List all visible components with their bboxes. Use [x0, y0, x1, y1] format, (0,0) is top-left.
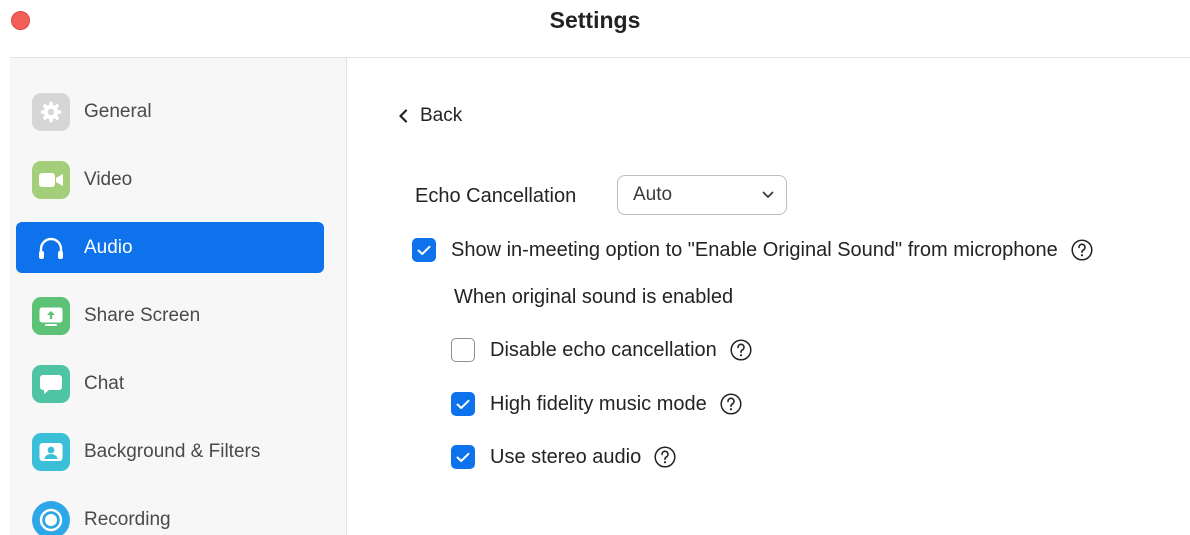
original-sound-label: Show in-meeting option to "Enable Origin… — [451, 238, 1058, 261]
sidebar-item-share-screen[interactable]: Share Screen — [16, 290, 324, 341]
headphones-icon — [32, 229, 70, 267]
sidebar-item-background-filters[interactable]: Background & Filters — [16, 426, 324, 477]
title-bar: Settings — [0, 0, 1190, 57]
chevron-left-icon — [398, 109, 408, 123]
high-fidelity-music-label: High fidelity music mode — [490, 392, 707, 415]
stereo-audio-label: Use stereo audio — [490, 445, 642, 468]
window-title: Settings — [549, 7, 641, 33]
help-icon[interactable] — [654, 446, 676, 468]
background-person-icon — [32, 432, 70, 471]
checkmark-icon — [456, 452, 470, 462]
sidebar-item-video[interactable]: Video — [16, 154, 324, 205]
checkmark-icon — [417, 245, 431, 255]
original-sound-checkbox[interactable] — [412, 238, 436, 262]
share-screen-icon — [32, 296, 70, 335]
help-icon[interactable] — [720, 393, 742, 415]
disable-echo-cancellation-option: Disable echo cancellation — [451, 338, 752, 362]
original-sound-option: Show in-meeting option to "Enable Origin… — [412, 238, 1093, 262]
echo-cancellation-select[interactable]: Auto — [617, 175, 787, 215]
disable-echo-cancellation-label: Disable echo cancellation — [490, 338, 717, 361]
sidebar-item-label: Audio — [84, 236, 133, 258]
sidebar-item-label: Recording — [84, 508, 171, 530]
help-icon[interactable] — [1071, 239, 1093, 261]
chat-bubble-icon — [32, 364, 70, 403]
back-button[interactable]: Back — [398, 105, 462, 127]
back-label: Back — [420, 105, 463, 126]
chevron-down-icon — [762, 191, 774, 199]
sidebar-item-label: Background & Filters — [84, 440, 261, 462]
record-icon — [32, 500, 70, 535]
video-camera-icon — [32, 160, 70, 199]
echo-cancellation-label: Echo Cancellation — [415, 185, 577, 207]
sidebar-item-label: General — [84, 100, 152, 122]
sidebar-item-label: Share Screen — [84, 304, 201, 326]
help-icon[interactable] — [730, 339, 752, 361]
sidebar: General Video Audio Share Screen Chat Ba… — [10, 58, 346, 535]
high-fidelity-music-option: High fidelity music mode — [451, 392, 742, 416]
sidebar-item-label: Chat — [84, 372, 125, 394]
stereo-audio-option: Use stereo audio — [451, 445, 676, 469]
disable-echo-cancellation-checkbox[interactable] — [451, 338, 475, 362]
checkmark-icon — [456, 399, 470, 409]
audio-settings-panel: Back Echo Cancellation Auto Show in-meet… — [347, 58, 1190, 535]
high-fidelity-music-checkbox[interactable] — [451, 392, 475, 416]
sidebar-item-label: Video — [84, 168, 133, 190]
sidebar-item-recording[interactable]: Recording — [16, 494, 324, 535]
settings-window: Settings General Video Audio Share Scree… — [0, 0, 1190, 535]
stereo-audio-checkbox[interactable] — [451, 445, 475, 469]
sidebar-item-audio[interactable]: Audio — [16, 222, 324, 273]
original-sound-subheading: When original sound is enabled — [454, 286, 734, 308]
sidebar-item-chat[interactable]: Chat — [16, 358, 324, 409]
sidebar-item-general[interactable]: General — [16, 86, 324, 137]
gear-icon — [32, 92, 70, 131]
echo-cancellation-value: Auto — [633, 184, 673, 205]
